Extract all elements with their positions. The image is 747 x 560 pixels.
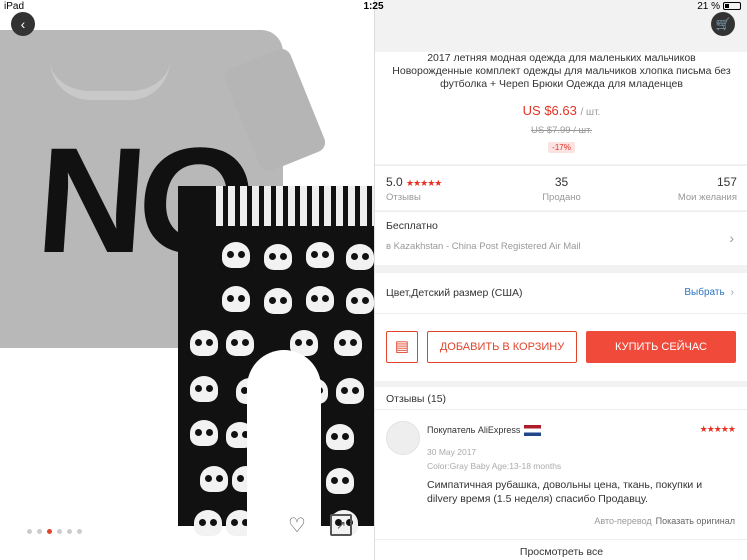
price-unit: / шт.: [580, 107, 601, 118]
select-link[interactable]: Выбрать: [684, 287, 724, 298]
old-price: US $7.99 / шт.: [530, 125, 593, 136]
product-details: 🛒 2017 летняя модная одежда для маленьки…: [374, 0, 747, 560]
gallery-dot[interactable]: [27, 529, 32, 534]
review-attributes: Color:Gray Baby Age:13-18 months: [427, 461, 562, 471]
battery-indicator: 21 %: [697, 1, 741, 12]
skull-print: [346, 288, 374, 314]
stat-wishlist: 157 Мои желания: [624, 166, 747, 210]
battery-icon: [723, 2, 741, 11]
gallery-dot[interactable]: [57, 529, 62, 534]
wishlist-button[interactable]: ♡: [285, 514, 309, 538]
discount-badge: -17%: [548, 142, 575, 153]
skull-print: [190, 330, 218, 356]
skull-print: [190, 420, 218, 446]
product-gallery[interactable]: ‹ NO ♡ ↗: [0, 0, 374, 560]
reviewer-name: Покупатель AliExpress: [427, 425, 521, 435]
review-text: Симпатичная рубашка, довольны цена, ткан…: [427, 479, 703, 505]
skull-print: [346, 244, 374, 270]
auto-translate-label: Авто-перевод: [594, 516, 652, 526]
skull-print: [226, 330, 254, 356]
store-button[interactable]: ▤: [386, 331, 418, 363]
purchase-actions: ▤ ДОБАВИТЬ В КОРЗИНУ КУПИТЬ СЕЙЧАС: [375, 313, 747, 381]
chevron-right-icon: ›: [730, 287, 734, 298]
reviews-header[interactable]: Отзывы (15): [375, 387, 747, 410]
gallery-pagination: [27, 529, 82, 534]
chevron-left-icon: ‹: [20, 16, 26, 32]
skull-print: [326, 424, 354, 450]
skull-print: [190, 376, 218, 402]
share-icon: ↗: [335, 518, 347, 532]
see-all-reviews-button[interactable]: Просмотреть все: [375, 539, 747, 560]
rating-stars-icon: ★★★★★: [406, 178, 442, 188]
product-price: US $6.63 / шт.: [389, 103, 734, 118]
skull-print: [200, 466, 228, 492]
reviewer: Покупатель AliExpress: [427, 425, 542, 437]
store-icon: ▤: [394, 338, 410, 355]
chevron-right-icon: ›: [729, 230, 734, 246]
price-value: US $6.63: [522, 103, 577, 118]
product-stats: 5.0 ★★★★★ Отзывы 35 Продано 157 Мои жела…: [375, 165, 747, 210]
back-button[interactable]: ‹: [11, 12, 35, 36]
rating-value: 5.0: [386, 175, 403, 189]
shipping-detail: в Kazakhstan - China Post Registered Air…: [386, 241, 581, 252]
stat-label: Мои желания: [677, 192, 737, 203]
sold-value: 35: [554, 175, 569, 189]
gallery-dot[interactable]: [67, 529, 72, 534]
skull-print: [306, 242, 334, 268]
skull-print: [264, 288, 292, 314]
skull-print: [222, 286, 250, 312]
shipping-row[interactable]: Бесплатно в Kazakhstan - China Post Regi…: [375, 211, 747, 265]
review-links: Авто-перевод Показать оригинал: [594, 516, 735, 526]
gallery-dot[interactable]: [37, 529, 42, 534]
shipping-title: Бесплатно: [386, 220, 438, 232]
stat-sold: 35 Продано: [499, 166, 623, 210]
product-title: 2017 летняя модная одежда для маленьких …: [392, 52, 731, 90]
heart-icon: ♡: [288, 515, 306, 537]
clock: 1:25: [363, 1, 384, 12]
cart-button[interactable]: 🛒: [711, 12, 735, 36]
stat-label: Продано: [542, 192, 581, 203]
reviews-section: Отзывы (15) Покупатель AliExpress ★★★★★ …: [375, 387, 747, 560]
skull-print: [222, 242, 250, 268]
gallery-dot[interactable]: [47, 529, 52, 534]
buy-now-button[interactable]: КУПИТЬ СЕЙЧАС: [586, 331, 736, 363]
skull-print: [336, 378, 364, 404]
battery-percent: 21 %: [697, 1, 720, 12]
product-summary: 2017 летняя модная одежда для маленьких …: [375, 52, 747, 164]
show-original-link[interactable]: Показать оригинал: [656, 516, 735, 526]
wishlist-value: 157: [716, 175, 737, 189]
add-to-cart-button[interactable]: ДОБАВИТЬ В КОРЗИНУ: [427, 331, 577, 363]
stat-label: Отзывы: [386, 192, 421, 203]
share-button[interactable]: ↗: [330, 514, 352, 536]
skull-print: [326, 468, 354, 494]
skull-print: [194, 510, 222, 536]
status-bar: iPad 1:25 21 %: [0, 0, 747, 14]
gallery-dot[interactable]: [77, 529, 82, 534]
review-stars-icon: ★★★★★: [699, 424, 736, 434]
stat-rating[interactable]: 5.0 ★★★★★ Отзывы: [375, 166, 499, 210]
options-row[interactable]: Цвет,Детский размер (США) Выбрать ›: [375, 273, 747, 313]
cart-icon: 🛒: [715, 17, 731, 31]
review-date: 30 May 2017: [427, 447, 477, 457]
flag-icon: [524, 425, 542, 437]
skull-print: [334, 330, 362, 356]
skull-print: [264, 244, 292, 270]
skull-print: [306, 286, 334, 312]
avatar: [386, 421, 420, 455]
